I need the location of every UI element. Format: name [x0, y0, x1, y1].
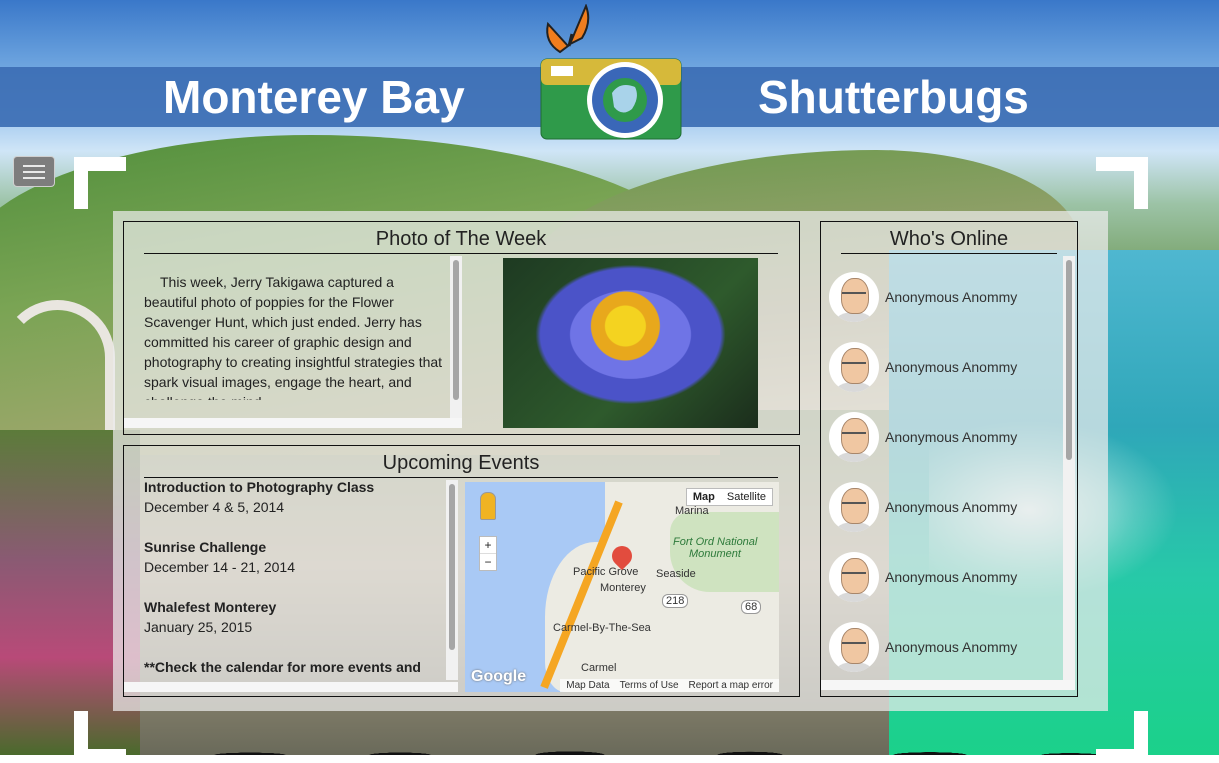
user-name: Anonymous Anommy — [885, 359, 1018, 375]
online-scrollbar[interactable] — [1063, 256, 1075, 680]
event-item: Sunrise Challenge December 14 - 21, 2014 — [144, 537, 444, 577]
upcoming-events-heading: Upcoming Events — [382, 452, 540, 474]
whos-online-panel: Who's Online Anonymous Anommy Anonymous … — [820, 221, 1078, 697]
frame-corner-top-left — [74, 157, 126, 209]
avatar — [829, 342, 879, 392]
menu-bar — [23, 176, 45, 179]
online-users-list: Anonymous Anommy Anonymous Anommy Anonym… — [829, 262, 1061, 682]
map-footer: Map Data Terms of Use Report a map error — [560, 679, 779, 692]
events-list: Introduction to Photography Class Decemb… — [144, 477, 444, 681]
report-error-link[interactable]: Report a map error — [689, 680, 773, 691]
terms-link[interactable]: Terms of Use — [620, 680, 679, 691]
user-name: Anonymous Anommy — [885, 639, 1018, 655]
whos-online-heading: Who's Online — [889, 228, 1009, 250]
user-name: Anonymous Anommy — [885, 569, 1018, 585]
frame-corner-bottom-left — [74, 711, 126, 763]
content-card: Photo of The Week This week, Jerry Takig… — [113, 211, 1108, 711]
pegman-icon[interactable] — [480, 492, 496, 520]
water-lily-photo[interactable] — [503, 258, 758, 428]
online-hscrollbar[interactable] — [821, 680, 1075, 690]
photo-of-week-panel: Photo of The Week This week, Jerry Takig… — [123, 221, 800, 435]
map-type-satellite-button[interactable]: Satellite — [721, 489, 772, 505]
photo-text-scrollbar[interactable] — [450, 256, 462, 418]
frame-corner-top-right — [1096, 157, 1148, 209]
route-shield: 68 — [741, 600, 762, 614]
online-user[interactable]: Anonymous Anommy — [829, 612, 1061, 682]
user-name: Anonymous Anommy — [885, 289, 1018, 305]
map-label: Marina — [675, 505, 709, 517]
heading-divider — [841, 253, 1057, 254]
map-label: Seaside — [656, 568, 696, 580]
map-label: Carmel — [581, 662, 617, 674]
event-item: Introduction to Photography Class Decemb… — [144, 477, 444, 517]
menu-bar — [23, 170, 45, 173]
butterfly-icon — [546, 4, 590, 54]
avatar — [829, 272, 879, 322]
online-user[interactable]: Anonymous Anommy — [829, 472, 1061, 542]
photo-of-week-heading: Photo of The Week — [375, 228, 547, 250]
user-name: Anonymous Anommy — [885, 429, 1018, 445]
scrollbar-thumb[interactable] — [449, 484, 455, 650]
avatar — [829, 482, 879, 532]
map-label: Monterey — [600, 582, 646, 594]
event-title: Whalefest Monterey — [144, 599, 277, 615]
photo-text-hscrollbar[interactable] — [124, 418, 462, 428]
map-data-link[interactable]: Map Data — [566, 680, 609, 691]
event-date: January 25, 2015 — [144, 619, 253, 635]
avatar — [829, 622, 879, 672]
route-shield: 218 — [662, 594, 689, 608]
map-type-toggle[interactable]: Map Satellite — [685, 488, 773, 506]
events-note: **Check the calendar for more events and — [144, 657, 444, 677]
frame-corner-bottom-right — [1096, 711, 1148, 763]
map-type-map-button[interactable]: Map — [687, 489, 721, 505]
event-item: Whalefest Monterey January 25, 2015 — [144, 597, 444, 637]
map-label: Monument — [689, 548, 741, 560]
online-user[interactable]: Anonymous Anommy — [829, 542, 1061, 612]
events-hscrollbar[interactable] — [124, 682, 458, 692]
google-logo: Google — [471, 668, 527, 685]
user-name: Anonymous Anommy — [885, 499, 1018, 515]
menu-bar — [23, 164, 45, 167]
online-user[interactable]: Anonymous Anommy — [829, 332, 1061, 402]
events-note-text: **Check the calendar for more events and — [144, 659, 421, 675]
upcoming-events-panel: Upcoming Events Introduction to Photogra… — [123, 445, 800, 697]
avatar — [829, 552, 879, 602]
online-user[interactable]: Anonymous Anommy — [829, 262, 1061, 332]
events-map[interactable]: Map Satellite + − Marina Fort Ord Nation… — [465, 482, 779, 692]
scrollbar-thumb[interactable] — [1066, 260, 1072, 460]
map-label: Pacific Grove — [573, 566, 639, 578]
event-date: December 14 - 21, 2014 — [144, 559, 295, 575]
event-date: December 4 & 5, 2014 — [144, 499, 285, 515]
camera-logo-icon[interactable] — [540, 57, 682, 140]
site-title-right: Shutterbugs — [758, 71, 1029, 123]
photo-of-week-text: This week, Jerry Takigawa captured a bea… — [144, 274, 443, 400]
scrollbar-thumb[interactable] — [453, 260, 459, 400]
avatar — [829, 412, 879, 462]
site-title-left: Monterey Bay — [163, 71, 465, 123]
map-zoom-control[interactable]: + − — [479, 536, 497, 571]
zoom-out-button[interactable]: − — [480, 553, 496, 570]
bridge — [0, 300, 115, 430]
event-title: Sunrise Challenge — [144, 539, 267, 555]
hamburger-menu-button[interactable] — [13, 156, 55, 187]
map-label: Carmel-By-The-Sea — [553, 622, 651, 634]
map-label: Fort Ord National — [673, 536, 758, 548]
events-scrollbar[interactable] — [446, 480, 458, 680]
event-title: Introduction to Photography Class — [144, 479, 375, 495]
heading-divider — [144, 253, 778, 254]
online-user[interactable]: Anonymous Anommy — [829, 402, 1061, 472]
zoom-in-button[interactable]: + — [480, 537, 496, 553]
